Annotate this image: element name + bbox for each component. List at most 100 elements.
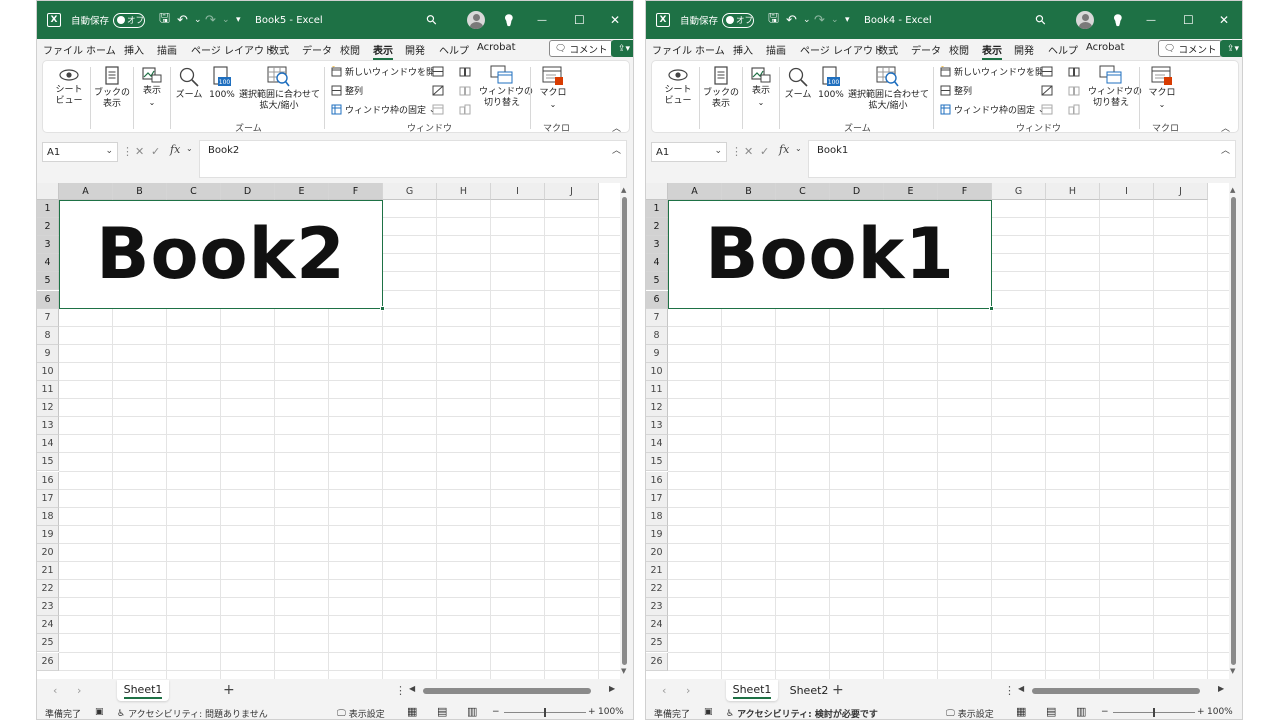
reset-window-position-icon[interactable] [459, 104, 471, 118]
column-header-I[interactable]: I [491, 183, 545, 200]
minimize-icon[interactable]: — [537, 1, 547, 39]
previous-sheet-icon[interactable]: ‹ [53, 684, 57, 697]
split-icon[interactable] [432, 66, 444, 80]
arrange-all-button[interactable]: 整列 [940, 84, 972, 97]
formula-input[interactable]: Book1 ︿ [808, 140, 1236, 178]
insert-function-icon[interactable]: fx [779, 143, 789, 156]
search-icon[interactable]: ⚲ [1024, 3, 1058, 37]
column-header-F[interactable]: F [938, 183, 992, 200]
macros-button[interactable]: マクロ ⌄ [1145, 66, 1179, 110]
close-icon[interactable]: ✕ [1219, 1, 1229, 39]
row-header-3[interactable]: 3 [646, 236, 668, 255]
row-header-9[interactable]: 9 [646, 344, 668, 363]
worksheet-grid[interactable]: A B C D E F G H I J 1 2 3 4 5 6 7 8 9 10 11 12 13 14 15 16 17 18 19 2… [646, 183, 1236, 679]
row-header-2[interactable]: 2 [37, 218, 59, 237]
add-sheet-icon[interactable]: + [832, 682, 844, 698]
row-header-7[interactable]: 7 [646, 308, 668, 327]
row-header-24[interactable]: 24 [37, 616, 59, 635]
column-header-B[interactable]: B [113, 183, 167, 200]
save-icon[interactable]: 🖫 [159, 1, 170, 39]
name-box[interactable]: A1 ⌄ [42, 142, 118, 162]
expand-formula-bar-icon[interactable]: ︿ [1221, 143, 1230, 156]
view-side-by-side-icon[interactable] [1068, 66, 1080, 80]
tab-5[interactable]: 数式 [269, 42, 289, 57]
autosave-toggle[interactable]: オフ [113, 12, 145, 28]
row-header-13[interactable]: 13 [37, 417, 59, 436]
collapse-ribbon-icon[interactable]: ︿ [1221, 121, 1230, 134]
row-header-10[interactable]: 10 [37, 362, 59, 381]
sheet-view-button[interactable]: シート ビュー [51, 67, 87, 107]
row-header-8[interactable]: 8 [646, 326, 668, 345]
redo-dropdown-icon[interactable]: ⌄ [222, 1, 230, 39]
selected-range-a1-f6[interactable]: Book1 [668, 200, 994, 311]
row-header-25[interactable]: 25 [646, 634, 668, 653]
vertical-scroll-thumb[interactable] [622, 197, 627, 665]
zoom-level[interactable]: 100% [1207, 707, 1233, 717]
row-header-4[interactable]: 4 [37, 254, 59, 273]
unhide-icon[interactable] [432, 104, 444, 118]
row-header-22[interactable]: 22 [646, 580, 668, 599]
row-header-19[interactable]: 19 [37, 525, 59, 544]
hide-icon[interactable] [1041, 85, 1053, 99]
zoom-button[interactable]: ズーム [783, 66, 813, 101]
tab-4[interactable]: ページ レイアウト [800, 42, 883, 57]
search-icon[interactable]: ⚲ [415, 3, 449, 37]
account-avatar[interactable] [1076, 11, 1094, 29]
switch-windows-button[interactable]: ウィンドウの 切り替え [479, 65, 533, 109]
row-header-13[interactable]: 13 [646, 417, 668, 436]
zoom-in-icon[interactable]: + [1197, 707, 1205, 717]
freeze-panes-button[interactable]: ウィンドウ枠の固定 ⌄ [331, 103, 436, 116]
tab-9[interactable]: 開発 [1014, 42, 1034, 57]
arrange-all-button[interactable]: 整列 [331, 84, 363, 97]
zoom-slider-knob[interactable] [1153, 708, 1155, 717]
row-header-25[interactable]: 25 [37, 634, 59, 653]
share-button[interactable]: ⇪▾ [611, 40, 633, 57]
tab-11[interactable]: Acrobat [477, 42, 516, 53]
tab-5[interactable]: 数式 [878, 42, 898, 57]
tab-8[interactable]: 表示 [373, 42, 393, 60]
tab-10[interactable]: ヘルプ [439, 42, 469, 57]
zoom-100-button[interactable]: 100 100% [207, 66, 237, 101]
column-header-E[interactable]: E [884, 183, 938, 200]
tab-3[interactable]: 描画 [766, 42, 786, 57]
more-options-icon[interactable]: ⋮ [731, 145, 742, 158]
horizontal-scrollbar[interactable]: ◀ ▶ [1018, 684, 1228, 698]
show-button[interactable]: 表示 ⌄ [746, 66, 776, 108]
normal-view-icon[interactable]: ▦ [1016, 705, 1026, 718]
zoom-slider[interactable] [1113, 708, 1195, 717]
view-side-by-side-icon[interactable] [459, 66, 471, 80]
customize-toolbar-icon[interactable]: ▾ [236, 1, 241, 39]
lightbulb-icon[interactable]: 💡 [502, 1, 516, 39]
column-header-H[interactable]: H [1046, 183, 1100, 200]
column-header-J[interactable]: J [1154, 183, 1208, 200]
enter-icon[interactable]: ✓ [760, 145, 769, 158]
sheet-tab-sheet2[interactable]: Sheet2 [783, 680, 835, 701]
row-header-9[interactable]: 9 [37, 344, 59, 363]
zoom-out-icon[interactable]: − [492, 707, 500, 717]
row-header-1[interactable]: 1 [37, 200, 59, 219]
new-window-button[interactable]: * 新しいウィンドウを開く [331, 65, 444, 78]
row-header-22[interactable]: 22 [37, 580, 59, 599]
page-layout-view-icon[interactable]: ▤ [1046, 705, 1056, 718]
horizontal-scroll-thumb[interactable] [1032, 688, 1200, 694]
enter-icon[interactable]: ✓ [151, 145, 160, 158]
row-header-11[interactable]: 11 [37, 381, 59, 400]
tab-6[interactable]: データ [302, 42, 332, 57]
excel-logo-icon[interactable]: X [656, 13, 670, 27]
row-header-15[interactable]: 15 [646, 453, 668, 472]
horizontal-scrollbar[interactable]: ◀ ▶ [409, 684, 619, 698]
formula-input[interactable]: Book2 ︿ [199, 140, 627, 178]
unhide-icon[interactable] [1041, 104, 1053, 118]
close-icon[interactable]: ✕ [610, 1, 620, 39]
zoom-level[interactable]: 100% [598, 707, 624, 717]
macro-record-icon[interactable]: ▣ [704, 707, 713, 717]
macros-button[interactable]: マクロ ⌄ [536, 66, 570, 110]
column-header-D[interactable]: D [221, 183, 275, 200]
switch-windows-button[interactable]: ウィンドウの 切り替え [1088, 65, 1142, 109]
tab-8[interactable]: 表示 [982, 42, 1002, 60]
row-header-24[interactable]: 24 [646, 616, 668, 635]
row-header-16[interactable]: 16 [646, 471, 668, 490]
fill-handle[interactable] [989, 305, 994, 311]
split-icon[interactable] [1041, 66, 1053, 80]
accessibility-status[interactable]: ♿ アクセシビリティ: 検討が必要です [726, 707, 878, 720]
